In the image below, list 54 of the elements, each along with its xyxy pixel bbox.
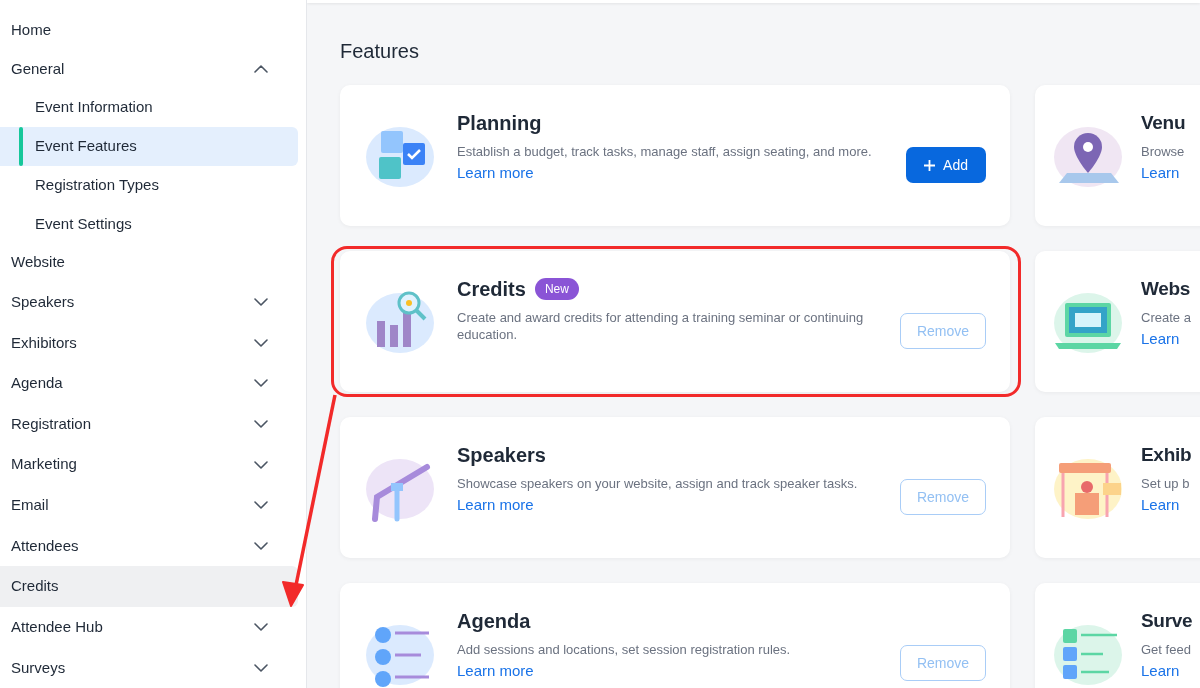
feature-title: Credits [457, 277, 526, 301]
feature-description: Set up b [1141, 475, 1191, 492]
feature-title: Webs [1141, 277, 1191, 301]
sidebar-item[interactable]: Event Information [0, 88, 298, 128]
sidebar-item[interactable]: General [0, 49, 298, 89]
sidebar-item[interactable]: Registration Types [0, 165, 298, 205]
sidebar-item[interactable]: Attendees [0, 525, 298, 567]
feature-title: Surve [1141, 609, 1193, 633]
learn-more-link[interactable]: Learn [1141, 660, 1180, 683]
sidebar-item[interactable]: Agenda [0, 363, 298, 404]
sidebar-item[interactable]: Speakers [0, 281, 298, 323]
chevron-down-icon [254, 541, 268, 550]
feature-description: Browse [1141, 143, 1186, 160]
sidebar-item[interactable]: Exhibitors [0, 322, 298, 364]
page-heading: Features [340, 39, 420, 63]
chevron-down-icon [254, 420, 268, 428]
feature-description: Establish a budget, track tasks, manage staff, assign seating, and more. [457, 143, 873, 160]
sidebar-item[interactable]: Registration [0, 403, 298, 445]
sidebar-item[interactable]: Credits [0, 566, 298, 607]
learn-more-link[interactable]: Learn more [457, 162, 534, 185]
sidebar-item[interactable]: Home [0, 11, 298, 50]
feature-title: Venu [1141, 111, 1186, 135]
sidebar-item[interactable]: Website [0, 243, 298, 282]
chevron-down-icon [254, 501, 268, 510]
learn-more-link[interactable]: Learn more [457, 494, 534, 517]
chevron-down-icon [254, 338, 268, 347]
chevron-down-icon [254, 379, 268, 388]
feature-description: Add sessions and locations, set session registration rules. [457, 641, 792, 658]
plus-icon [924, 159, 936, 171]
sidebar-item[interactable]: Marketing [0, 444, 298, 485]
feature-description: Create and award credits for attending a training seminar or continuing education. [457, 309, 865, 343]
chevron-down-icon [254, 663, 268, 672]
chevron-down-icon [254, 460, 268, 469]
sidebar-item[interactable]: Attendee Hub [0, 606, 298, 648]
chevron-down-icon [254, 298, 268, 307]
chevron-down-icon [254, 623, 268, 632]
chevron-up-icon [254, 65, 268, 74]
sidebar-item[interactable]: Email [0, 484, 298, 526]
sidebar-item[interactable]: Event Settings [0, 204, 298, 244]
new-badge: New [534, 278, 579, 300]
feature-description: Showcase speakers on your website, assign and track speaker tasks. [457, 475, 859, 492]
feature-title: Speakers [457, 443, 546, 467]
sidebar-item[interactable]: Event Features [0, 127, 298, 166]
sidebar-item[interactable]: Surveys [0, 647, 298, 688]
learn-more-link[interactable]: Learn [1141, 162, 1180, 185]
add-button[interactable]: Add [906, 147, 986, 183]
learn-more-link[interactable]: Learn more [457, 660, 534, 683]
feature-description: Get feed [1141, 641, 1192, 658]
learn-more-link[interactable]: Learn [1141, 494, 1180, 517]
learn-more-link[interactable]: Learn [1141, 328, 1180, 351]
feature-title: Exhib [1141, 443, 1192, 467]
feature-description: Create a [1141, 309, 1192, 326]
feature-title: Agenda [457, 609, 531, 633]
feature-title: Planning [457, 111, 542, 135]
